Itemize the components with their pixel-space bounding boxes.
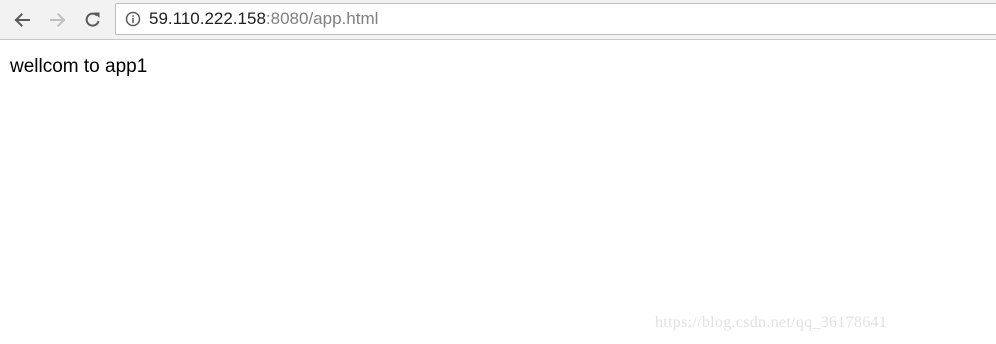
- back-button[interactable]: [9, 7, 35, 33]
- arrow-left-icon: [14, 13, 30, 27]
- watermark: https://blog.csdn.net/qq_36178641: [655, 314, 888, 331]
- url-path: :8080/app.html: [265, 9, 379, 28]
- arrow-right-icon: [50, 13, 66, 27]
- url-text[interactable]: 59.110.222.158:8080/app.html: [149, 9, 378, 29]
- page-body-text: wellcom to app1: [10, 56, 148, 77]
- browser-toolbar: 59.110.222.158:8080/app.html: [0, 0, 996, 40]
- address-bar[interactable]: 59.110.222.158:8080/app.html: [115, 3, 996, 35]
- forward-button[interactable]: [45, 7, 71, 33]
- reload-button[interactable]: [80, 7, 106, 33]
- info-icon[interactable]: [125, 11, 141, 27]
- url-host: 59.110.222.158: [149, 9, 266, 28]
- reload-icon: [85, 12, 100, 27]
